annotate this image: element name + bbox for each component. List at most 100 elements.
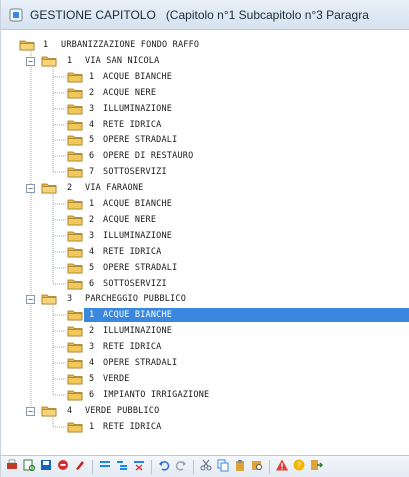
tree-row[interactable]: 6 OPERE DI RESTAURO [1, 149, 409, 163]
tree-item-number: 2 [89, 215, 95, 225]
tree-row[interactable]: 7 SOTTOSERVIZI [1, 165, 409, 179]
print-preview-icon [22, 457, 36, 476]
paste-icon [233, 457, 247, 476]
folder-icon [67, 166, 83, 178]
paste-button[interactable] [233, 460, 247, 474]
tree-item-number: 5 [89, 263, 95, 273]
tree-row[interactable]: 4 RETE IDRICA [1, 245, 409, 259]
insert-row-icon [98, 457, 112, 476]
tree-row[interactable]: 1 ACQUE BIANCHE [1, 308, 409, 322]
folder-icon [67, 119, 83, 131]
title-bar[interactable]: GESTIONE CAPITOLO (Capitolo n°1 Subcapito… [1, 0, 409, 30]
tree-row[interactable]: 2 ILLUMINAZIONE [1, 324, 409, 338]
tree-item-label: URBANIZZAZIONE FONDO RAFFO [61, 40, 200, 50]
folder-icon [67, 278, 83, 290]
tree-row[interactable]: 5 VERDE [1, 372, 409, 386]
tree-item-label: RETE IDRICA [103, 247, 162, 257]
window-title: GESTIONE CAPITOLO (Capitolo n°1 Subcapito… [30, 8, 369, 22]
tree-item-number: 6 [89, 279, 95, 289]
tree-row[interactable]: 1 ACQUE BIANCHE [1, 197, 409, 211]
tree-item-label: VIA FARAONE [85, 183, 144, 193]
cut-icon [199, 457, 213, 476]
tree-item-label: PARCHEGGIO PUBBLICO [85, 294, 187, 304]
tree-row[interactable]: − 3 PARCHEGGIO PUBBLICO [1, 292, 409, 306]
tree-row[interactable]: − 1 VIA SAN NICOLA [1, 54, 409, 68]
tree-item-number: 1 [43, 40, 49, 50]
tree-row[interactable]: 2 ACQUE NERE [1, 213, 409, 227]
tree-item-label: RETE IDRICA [103, 422, 162, 432]
tree-item-number: 2 [67, 183, 73, 193]
tree-row[interactable]: 3 RETE IDRICA [1, 340, 409, 354]
delete-row-button[interactable] [132, 460, 146, 474]
cut-button[interactable] [199, 457, 213, 476]
copy-button[interactable] [216, 459, 230, 474]
window-title-main: GESTIONE CAPITOLO [30, 7, 156, 22]
tree-row[interactable]: 2 ACQUE NERE [1, 86, 409, 100]
tree-row[interactable]: − 2 VIA FARAONE [1, 181, 409, 195]
tree-row[interactable]: 4 RETE IDRICA [1, 118, 409, 132]
tree-row[interactable]: 4 OPERE STRADALI [1, 356, 409, 370]
tree-item-number: 6 [89, 390, 95, 400]
folder-icon [67, 198, 83, 210]
tree-row[interactable]: 5 OPERE STRADALI [1, 261, 409, 275]
insert-row-button[interactable] [98, 460, 112, 474]
tree-item-number: 1 [67, 56, 73, 66]
print-button[interactable] [5, 457, 19, 476]
folder-icon [67, 134, 83, 146]
tree-item-label: ACQUE NERE [103, 215, 157, 225]
tree-item-number: 4 [89, 358, 95, 368]
edit-button[interactable] [73, 460, 87, 474]
tree-item-label: OPERE STRADALI [103, 263, 178, 273]
undo-button[interactable] [157, 460, 171, 474]
collapse-toggle[interactable]: − [26, 57, 35, 66]
tree-row[interactable]: 3 ILLUMINAZIONE [1, 229, 409, 243]
tree-item-number: 3 [89, 342, 95, 352]
tree-item-number: 5 [89, 374, 95, 384]
find-button[interactable] [250, 460, 264, 474]
folder-icon [41, 293, 57, 305]
folder-icon [67, 103, 83, 115]
tree-row[interactable]: 1 RETE IDRICA [1, 420, 409, 434]
tree-row[interactable]: 1 URBANIZZAZIONE FONDO RAFFO [1, 38, 409, 52]
tree-row[interactable]: 6 SOTTOSERVIZI [1, 277, 409, 291]
folder-icon [67, 87, 83, 99]
tree-item-number: 7 [89, 167, 95, 177]
collapse-toggle[interactable]: − [26, 407, 35, 416]
tree-item-label: ILLUMINAZIONE [103, 326, 173, 336]
insert-child-button[interactable] [115, 460, 129, 474]
print-preview-button[interactable] [22, 457, 36, 476]
tree-item-number: 4 [67, 406, 73, 416]
edit-icon [73, 457, 87, 476]
tree-item-number: 3 [89, 104, 95, 114]
tree-item-label: VERDE [103, 374, 130, 384]
tree-row[interactable]: − 4 VERDE PUBBLICO [1, 404, 409, 418]
chapter-tree[interactable]: 1 URBANIZZAZIONE FONDO RAFFO − 1 VIA SAN NI… [1, 38, 409, 451]
stop-icon [56, 457, 70, 476]
toolbar-separator [269, 459, 270, 474]
tree-item-number: 6 [89, 151, 95, 161]
redo-button[interactable] [174, 460, 188, 474]
tree-item-number: 1 [89, 72, 95, 82]
exit-button[interactable] [309, 460, 323, 474]
tree-item-number: 3 [67, 294, 73, 304]
tree-row[interactable]: 1 ACQUE BIANCHE [1, 70, 409, 84]
export-button[interactable] [39, 460, 53, 474]
folder-icon [67, 309, 83, 321]
warning-button[interactable] [275, 459, 289, 474]
collapse-toggle[interactable]: − [26, 184, 35, 193]
tree-item-label: IMPIANTO IRRIGAZIONE [103, 390, 210, 400]
export-icon [39, 457, 53, 476]
folder-icon [67, 341, 83, 353]
undo-icon [157, 457, 171, 476]
tree-row[interactable]: 5 OPERE STRADALI [1, 133, 409, 147]
tree-row[interactable]: 3 ILLUMINAZIONE [1, 102, 409, 116]
tree-item-label: VIA SAN NICOLA [85, 56, 160, 66]
tree-item-label: ACQUE BIANCHE [103, 72, 173, 82]
print-icon [5, 457, 19, 476]
help-button[interactable]: ? [292, 459, 306, 474]
tree-item-label: ILLUMINAZIONE [103, 104, 173, 114]
tree-row[interactable]: 6 IMPIANTO IRRIGAZIONE [1, 388, 409, 402]
stop-button[interactable] [56, 460, 70, 474]
folder-icon [67, 214, 83, 226]
collapse-toggle[interactable]: − [26, 295, 35, 304]
